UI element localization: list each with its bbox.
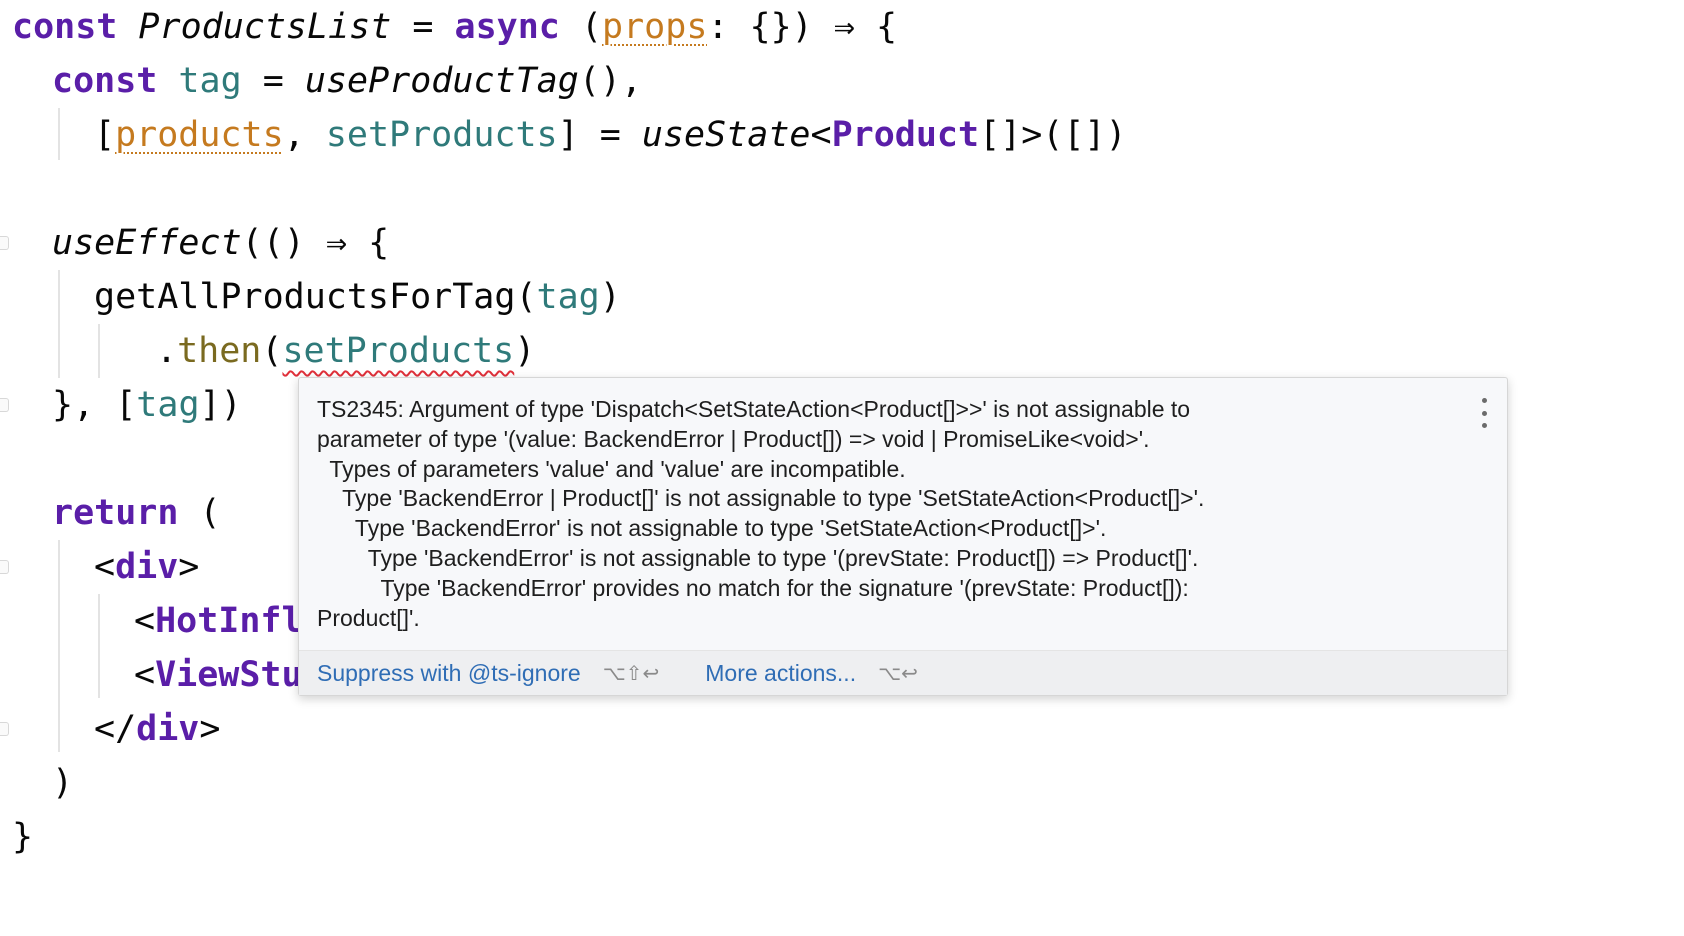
punctuation: < xyxy=(810,115,832,155)
punctuation: (() ⇒ { xyxy=(241,223,390,263)
code-line-12[interactable]: <HotInfl xyxy=(134,594,303,648)
error-message-line: Type 'BackendError | Product[]' is not a… xyxy=(317,485,1205,512)
indent-guide xyxy=(58,108,60,160)
error-message-line: Product[]'. xyxy=(317,604,420,631)
punctuation: : {}) ⇒ { xyxy=(707,7,898,47)
variable: setProducts xyxy=(325,115,558,155)
punctuation: < xyxy=(94,547,116,587)
code-line-6[interactable]: getAllProductsForTag(tag) xyxy=(94,270,621,324)
punctuation: > xyxy=(199,709,221,749)
fold-marker[interactable] xyxy=(0,398,9,412)
code-line-1[interactable]: const ProductsList = async (props: {}) ⇒… xyxy=(12,0,897,54)
punctuation: [ xyxy=(94,115,116,155)
error-message-line: Type 'BackendError' provides no match fo… xyxy=(317,574,1189,601)
code-line-15[interactable]: ) xyxy=(52,756,73,810)
error-tooltip-popup[interactable]: TS2345: Argument of type 'Dispatch<SetSt… xyxy=(298,377,1508,696)
variable: tag xyxy=(157,61,242,101)
punctuation: ( xyxy=(559,7,603,47)
indent-guide xyxy=(98,324,100,378)
code-line-10[interactable]: return ( xyxy=(52,486,221,540)
punctuation: ) xyxy=(514,331,536,371)
code-line-2[interactable]: const tag = useProductTag(), xyxy=(52,54,642,108)
keyword: const xyxy=(52,61,158,101)
punctuation: < xyxy=(134,601,156,641)
operator: = xyxy=(391,7,455,47)
unused-param-warning[interactable]: props xyxy=(602,7,707,47)
shortcut-hint: ⌥⇧↩ xyxy=(602,661,660,685)
error-highlight[interactable]: setProducts xyxy=(282,331,514,371)
jsx-tag: HotInfl xyxy=(155,601,303,641)
code-line-16[interactable]: } xyxy=(12,810,33,864)
operator: ] = xyxy=(557,115,642,155)
fold-marker[interactable] xyxy=(0,560,9,574)
punctuation: ( xyxy=(178,493,221,533)
punctuation: , xyxy=(283,115,326,155)
code-line-8[interactable]: }, [tag]) xyxy=(52,378,242,432)
code-line-14[interactable]: </div> xyxy=(94,702,220,756)
component-name: ProductsList xyxy=(117,7,392,47)
code-line-13[interactable]: <ViewStu xyxy=(134,648,303,702)
more-actions-link[interactable]: More actions... xyxy=(705,660,856,687)
vertical-ellipsis-icon[interactable] xyxy=(1479,398,1489,428)
function-call: useState xyxy=(641,115,811,155)
punctuation: > xyxy=(178,547,200,587)
variable: tag xyxy=(136,385,200,425)
jsx-tag: div xyxy=(136,709,200,749)
punctuation: } xyxy=(12,817,34,857)
unused-var-warning[interactable]: products xyxy=(115,115,284,155)
punctuation: ( xyxy=(515,277,537,317)
popup-actions-bar: Suppress with @ts-ignore ⌥⇧↩ More action… xyxy=(299,650,1507,695)
error-message-line: Type 'BackendError' is not assignable to… xyxy=(317,515,1107,542)
shortcut-hint: ⌥↩ xyxy=(878,661,918,685)
error-message-line: TS2345: Argument of type 'Dispatch<SetSt… xyxy=(317,396,1191,422)
suppress-ts-ignore-link[interactable]: Suppress with @ts-ignore xyxy=(317,660,581,687)
indent-guide xyxy=(58,270,60,378)
jsx-tag: ViewStu xyxy=(155,655,303,695)
punctuation: (), xyxy=(578,61,643,101)
punctuation: ) xyxy=(52,763,74,803)
function-call: useEffect xyxy=(52,223,242,263)
method-call: then xyxy=(177,331,262,371)
indent-guide xyxy=(58,540,60,752)
punctuation: < xyxy=(134,655,156,695)
punctuation: ( xyxy=(261,331,283,371)
operator: = xyxy=(241,61,305,101)
error-message: TS2345: Argument of type 'Dispatch<SetSt… xyxy=(317,395,1447,633)
punctuation: </ xyxy=(94,709,137,749)
jsx-tag: div xyxy=(115,547,179,587)
variable: tag xyxy=(536,277,600,317)
code-line-5[interactable]: useEffect(() ⇒ { xyxy=(52,216,389,270)
keyword: return xyxy=(52,493,179,533)
keyword: const xyxy=(12,7,118,47)
punctuation: }, [ xyxy=(52,385,137,425)
code-line-3[interactable]: [products, setProducts] = useState<Produ… xyxy=(94,108,1127,162)
code-line-11[interactable]: <div> xyxy=(94,540,199,594)
keyword: async xyxy=(454,7,560,47)
code-line-7[interactable]: .then(setProducts) xyxy=(156,324,535,378)
punctuation: . xyxy=(156,331,178,371)
indent-guide xyxy=(98,594,100,698)
fold-marker[interactable] xyxy=(0,722,9,736)
error-message-line: Types of parameters 'value' and 'value' … xyxy=(317,455,906,482)
function-call: getAllProductsForTag xyxy=(94,277,516,317)
punctuation: ) xyxy=(599,277,621,317)
punctuation: ]) xyxy=(199,385,242,425)
error-message-line: Type 'BackendError' is not assignable to… xyxy=(317,544,1199,571)
type-name: Product xyxy=(831,115,980,155)
punctuation: []>([]) xyxy=(979,115,1127,155)
fold-marker[interactable] xyxy=(0,236,9,250)
error-message-line: parameter of type '(value: BackendError … xyxy=(317,425,1150,452)
function-call: useProductTag xyxy=(304,61,579,101)
